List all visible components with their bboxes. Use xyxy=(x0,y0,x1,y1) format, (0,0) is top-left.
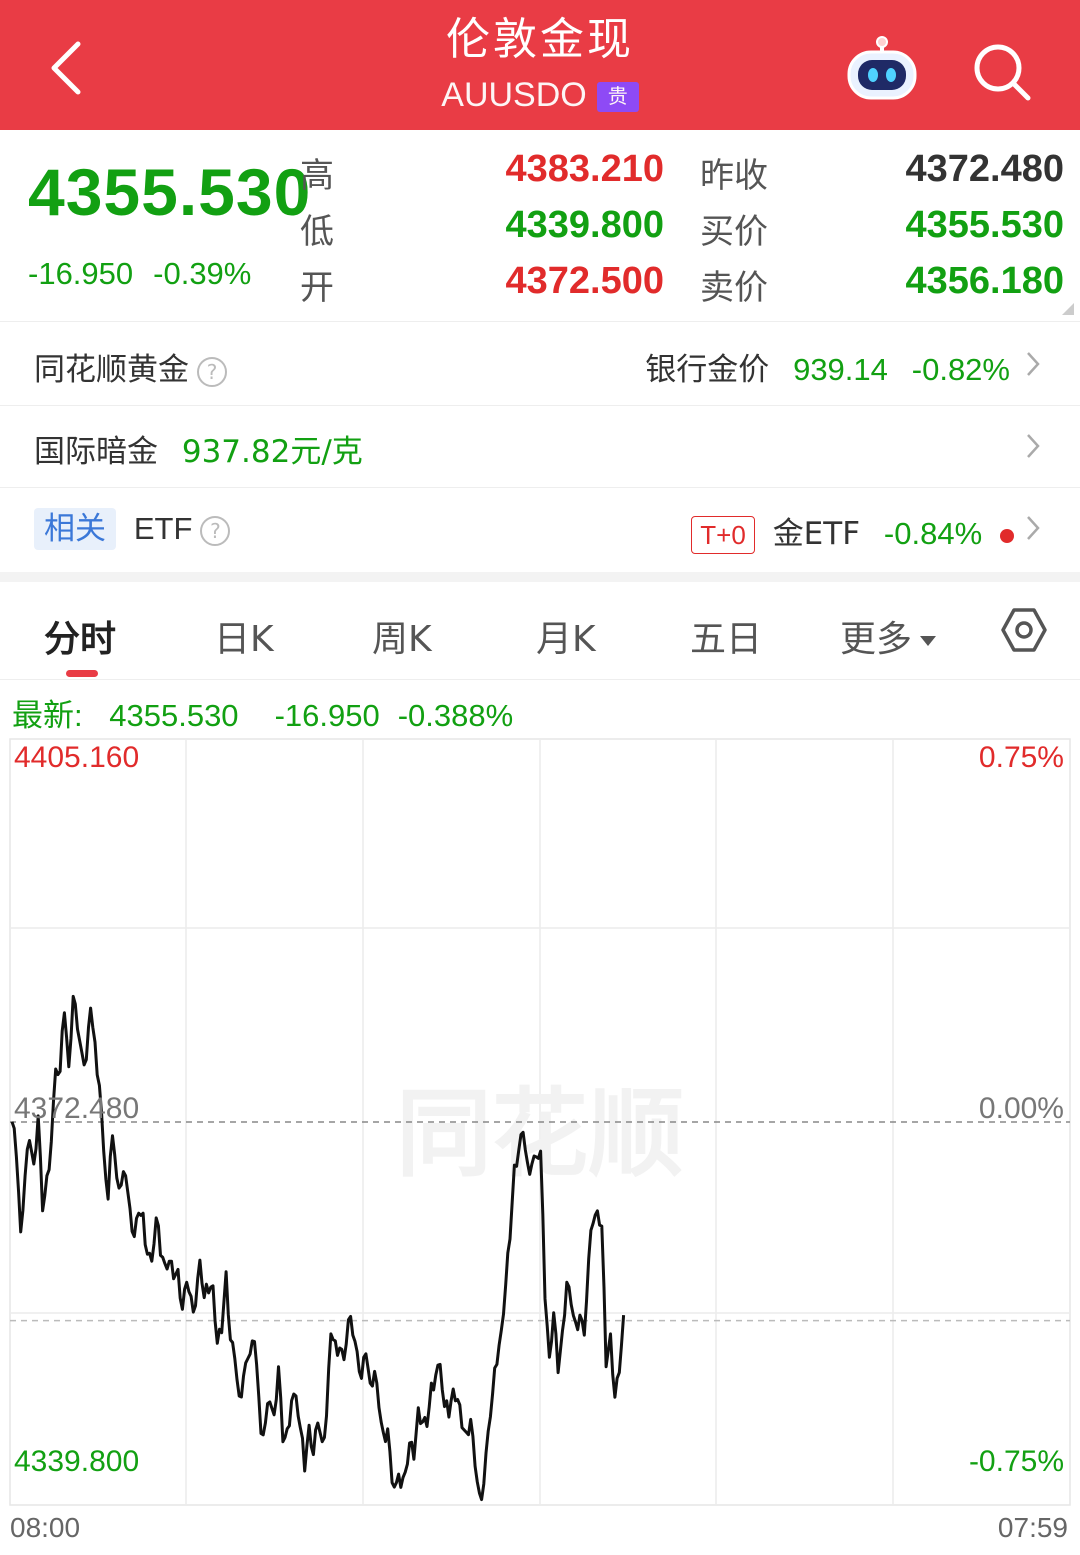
tab-daily-k[interactable]: 日K xyxy=(214,610,274,662)
bank-gold-label: 银行金价 xyxy=(645,352,770,388)
latest-quote-line: 最新: 4355.530 -16.950 -0.388% xyxy=(12,690,531,735)
pct-mid-label: 0.00% xyxy=(979,1092,1064,1125)
gold-etf-group: T+0 金ETF -0.84% xyxy=(691,508,1014,554)
chevron-right-icon xyxy=(1027,434,1040,458)
ths-gold-label: 同花顺黄金 xyxy=(34,352,189,388)
ths-gold-row[interactable]: 同花顺黄金? 银行金价 939.14 -0.82% xyxy=(0,324,1080,406)
gold-etf-label: 金ETF xyxy=(772,516,861,552)
ths-gold-label-wrap: 同花顺黄金? xyxy=(34,344,227,389)
high-label: 高 xyxy=(300,156,334,196)
prev-close-label: 昨收 xyxy=(700,156,768,196)
tab-more-label: 更多 xyxy=(840,619,913,660)
bid-value: 4355.530 xyxy=(905,204,1065,246)
latest-change: -16.950 xyxy=(274,698,380,733)
tab-five-day[interactable]: 五日 xyxy=(690,610,762,662)
chevron-right-icon xyxy=(1027,352,1040,376)
low-label: 低 xyxy=(300,212,334,252)
intl-gold-wrap: 国际暗金 937.82元/克 xyxy=(34,426,363,471)
x-start-label: 08:00 xyxy=(10,1512,80,1543)
symbol-code: AUUSDO xyxy=(441,76,587,114)
gold-etf-change: -0.84% xyxy=(883,516,983,551)
etf-label: ETF xyxy=(133,511,193,546)
intl-gold-row[interactable]: 国际暗金 937.82元/克 xyxy=(0,406,1080,488)
quote-row-open: 开 4372.500 卖价 4356.180 xyxy=(0,260,1080,310)
search-icon[interactable] xyxy=(970,40,1032,102)
x-end-label: 07:59 xyxy=(998,1512,1068,1543)
y-top-label: 4405.160 xyxy=(14,741,139,774)
bank-gold-group: 银行金价 939.14 -0.82% xyxy=(645,344,1010,389)
top-nav-bar: 伦敦金现 AUUSDO 贵 xyxy=(0,0,1080,130)
intl-gold-price: 937.82元/克 xyxy=(181,434,363,470)
tab-intraday[interactable]: 分时 xyxy=(44,610,116,662)
robot-assistant-icon[interactable] xyxy=(845,36,919,102)
quote-row-high: 高 4383.210 昨收 4372.480 xyxy=(0,148,1080,198)
live-dot xyxy=(1000,528,1014,543)
intraday-chart[interactable]: 同花顺 4405.160 4372.480 4339.800 0.75% 0.0… xyxy=(0,735,1080,1555)
latest-price: 4355.530 xyxy=(109,698,239,733)
pct-top-label: 0.75% xyxy=(979,741,1064,774)
help-icon[interactable]: ? xyxy=(197,356,227,387)
quote-panel: 4355.530 -16.950 -0.39% 高 4383.210 昨收 437… xyxy=(0,130,1080,322)
y-bottom-label: 4339.800 xyxy=(14,1445,139,1478)
high-value: 4383.210 xyxy=(505,148,665,190)
open-label: 开 xyxy=(300,268,334,308)
tab-more[interactable]: 更多 xyxy=(840,610,938,662)
bid-label: 买价 xyxy=(700,212,768,252)
t0-tag: T+0 xyxy=(691,516,755,554)
expand-corner-icon[interactable] xyxy=(1062,303,1074,315)
open-value: 4372.500 xyxy=(505,260,665,302)
related-tag: 相关 xyxy=(34,508,116,550)
settings-hexagon-icon[interactable] xyxy=(1000,606,1048,654)
ask-label: 卖价 xyxy=(700,268,768,308)
caret-down-icon xyxy=(920,636,937,646)
bank-gold-price: 939.14 xyxy=(793,352,888,387)
chevron-right-icon xyxy=(1027,516,1040,540)
related-etf-wrap: 相关 ETF? xyxy=(34,508,231,550)
latest-pct: -0.388% xyxy=(397,698,514,733)
low-value: 4339.800 xyxy=(505,204,665,246)
related-etf-row[interactable]: 相关 ETF? T+0 金ETF -0.84% xyxy=(0,488,1080,570)
category-badge: 贵 xyxy=(596,82,639,113)
latest-label: 最新: 4355.530 xyxy=(12,698,239,733)
ask-value: 4356.180 xyxy=(905,260,1065,302)
bank-gold-change: -0.82% xyxy=(911,352,1010,387)
help-icon[interactable]: ? xyxy=(200,515,231,546)
intl-gold-label: 国际暗金 xyxy=(34,434,158,470)
period-tabs: 分时 日K 周K 月K 五日 更多 xyxy=(0,582,1080,680)
quote-row-low: 低 4339.800 买价 4355.530 xyxy=(0,204,1080,254)
y-mid-label: 4372.480 xyxy=(14,1092,139,1125)
tab-weekly-k[interactable]: 周K xyxy=(372,610,432,662)
prev-close-value: 4372.480 xyxy=(905,148,1065,190)
price-series-line xyxy=(10,994,626,1502)
section-divider xyxy=(0,572,1080,582)
active-tab-indicator xyxy=(66,670,98,677)
pct-bottom-label: -0.75% xyxy=(969,1445,1064,1478)
tab-monthly-k[interactable]: 月K xyxy=(536,610,596,662)
